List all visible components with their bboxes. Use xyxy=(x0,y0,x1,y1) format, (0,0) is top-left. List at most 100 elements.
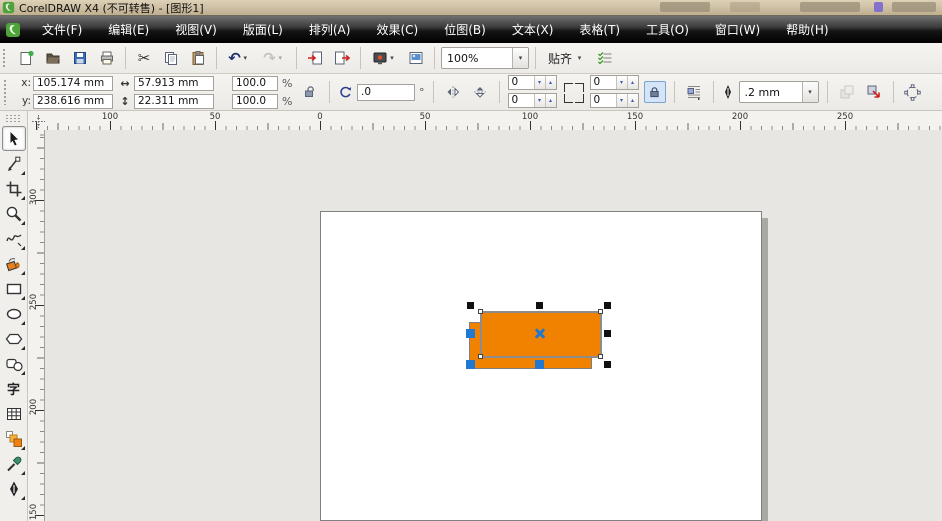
smart-fill-tool[interactable] xyxy=(2,251,26,276)
polygon-tool[interactable] xyxy=(2,326,26,351)
snap-to-button[interactable]: 贴齐 ▾ xyxy=(542,46,590,70)
rectangle-icon xyxy=(5,280,23,298)
corner-node[interactable] xyxy=(598,309,603,314)
text-tool[interactable]: 字 xyxy=(2,376,26,401)
menu-view[interactable]: 视图(V) xyxy=(162,17,230,42)
redo-button[interactable]: ↷ ▾ xyxy=(258,46,290,70)
mirror-vertical-button[interactable] xyxy=(469,81,491,103)
undo-dropdown-arrow[interactable]: ▾ xyxy=(241,54,250,62)
undo-icon: ↶ xyxy=(228,51,241,66)
convert-to-curves-button[interactable] xyxy=(863,81,885,103)
paste-button[interactable] xyxy=(186,46,210,70)
zoom-dropdown-button[interactable]: ▾ xyxy=(512,48,528,68)
crop-tool[interactable] xyxy=(2,176,26,201)
y-position-field[interactable]: 238.616 mm xyxy=(33,94,113,109)
table-tool[interactable] xyxy=(2,401,26,426)
spin-up-button[interactable]: ▴ xyxy=(627,94,638,107)
freehand-tool[interactable] xyxy=(2,226,26,251)
zoom-tool[interactable] xyxy=(2,201,26,226)
convert-outline-button[interactable] xyxy=(836,81,858,103)
menu-text[interactable]: 文本(X) xyxy=(499,17,567,42)
selection-handle-middle-right[interactable] xyxy=(604,330,611,337)
node-marker-bottom-left[interactable] xyxy=(466,360,475,369)
toolbox-grip[interactable] xyxy=(5,114,21,122)
spin-down-button[interactable]: ▾ xyxy=(534,94,545,107)
spin-up-button[interactable]: ▴ xyxy=(545,94,556,107)
horizontal-ruler[interactable]: 100 50 0 50 100 150 200 250 xyxy=(28,111,942,131)
corner-node[interactable] xyxy=(478,309,483,314)
menu-help[interactable]: 帮助(H) xyxy=(773,17,841,42)
selection-handle-top-right[interactable] xyxy=(604,302,611,309)
menu-arrange[interactable]: 排列(A) xyxy=(296,17,364,42)
outline-pen-tool[interactable] xyxy=(2,476,26,501)
customize-options-button[interactable] xyxy=(593,46,617,70)
outline-width-combobox[interactable]: .2 mm ▾ xyxy=(739,81,819,103)
snap-dropdown-arrow[interactable]: ▾ xyxy=(575,54,584,62)
node-marker-bottom-middle[interactable] xyxy=(535,360,544,369)
spin-down-button[interactable]: ▾ xyxy=(616,94,627,107)
rotation-angle-field[interactable]: .0 xyxy=(357,84,415,101)
selection-center-marker[interactable] xyxy=(534,327,546,339)
cut-button[interactable]: ✂ xyxy=(132,46,156,70)
wrap-paragraph-text-button[interactable] xyxy=(683,81,705,103)
shape-tool[interactable] xyxy=(2,151,26,176)
ruler-origin-icon[interactable] xyxy=(32,115,45,128)
corner-lock-button[interactable] xyxy=(644,81,666,103)
menu-layout[interactable]: 版面(L) xyxy=(230,17,296,42)
scale-lock-button[interactable] xyxy=(299,81,321,103)
document-icon[interactable] xyxy=(5,22,21,38)
selection-handle-top-left[interactable] xyxy=(467,302,474,309)
undo-button[interactable]: ↶ ▾ xyxy=(223,46,255,70)
corner-radius-tl-spinner[interactable]: 0 ▾ ▴ xyxy=(508,75,557,90)
toolbar-grip[interactable] xyxy=(2,48,7,69)
corner-node[interactable] xyxy=(598,354,603,359)
corner-radius-tr-spinner[interactable]: 0 ▾ ▴ xyxy=(590,75,639,90)
spin-up-button[interactable]: ▴ xyxy=(627,76,638,89)
corner-radius-bl-spinner[interactable]: 0 ▾ ▴ xyxy=(508,93,557,108)
welcome-screen-button[interactable] xyxy=(404,46,428,70)
import-button[interactable] xyxy=(303,46,327,70)
open-button[interactable] xyxy=(41,46,65,70)
outline-width-dropdown-button[interactable]: ▾ xyxy=(802,82,818,102)
selection-handle-bottom-right[interactable] xyxy=(604,361,611,368)
object-height-field[interactable]: 22.311 mm xyxy=(134,94,214,109)
interactive-effects-tool[interactable] xyxy=(2,426,26,451)
spin-down-button[interactable]: ▾ xyxy=(534,76,545,89)
copy-button[interactable] xyxy=(159,46,183,70)
basic-shapes-tool[interactable] xyxy=(2,351,26,376)
propbar-grip[interactable] xyxy=(3,79,8,104)
object-width-field[interactable]: 57.913 mm xyxy=(134,76,214,91)
save-button[interactable] xyxy=(68,46,92,70)
vertical-ruler[interactable]: 300 250 200 150 xyxy=(28,130,45,521)
menu-edit[interactable]: 编辑(E) xyxy=(95,17,162,42)
ellipse-tool[interactable] xyxy=(2,301,26,326)
spin-down-button[interactable]: ▾ xyxy=(616,76,627,89)
new-document-button[interactable] xyxy=(14,46,38,70)
application-launcher-button[interactable]: ▾ xyxy=(367,46,401,70)
pick-tool[interactable] xyxy=(2,126,26,151)
launcher-dropdown-arrow[interactable]: ▾ xyxy=(388,54,397,62)
title-bar[interactable]: CorelDRAW X4 (不可转售) - [图形1] xyxy=(0,0,942,16)
corner-node[interactable] xyxy=(478,354,483,359)
print-button[interactable] xyxy=(95,46,119,70)
menu-window[interactable]: 窗口(W) xyxy=(702,17,773,42)
scale-h-field[interactable]: 100.0 xyxy=(232,76,278,91)
export-button[interactable] xyxy=(330,46,354,70)
x-position-field[interactable]: 105.174 mm xyxy=(33,76,113,91)
node-marker-middle-left[interactable] xyxy=(466,329,475,338)
scale-v-field[interactable]: 100.0 xyxy=(232,94,278,109)
zoom-level-combobox[interactable]: 100% ▾ xyxy=(441,47,529,69)
menu-file[interactable]: 文件(F) xyxy=(29,17,95,42)
mirror-horizontal-button[interactable] xyxy=(442,81,464,103)
menu-bitmaps[interactable]: 位图(B) xyxy=(431,17,499,42)
rectangle-tool[interactable] xyxy=(2,276,26,301)
menu-tools[interactable]: 工具(O) xyxy=(633,17,702,42)
selection-handle-top-middle[interactable] xyxy=(536,302,543,309)
corner-radius-br-spinner[interactable]: 0 ▾ ▴ xyxy=(590,93,639,108)
eyedropper-tool[interactable] xyxy=(2,451,26,476)
dashed-circle-button[interactable] xyxy=(902,81,924,103)
spin-up-button[interactable]: ▴ xyxy=(545,76,556,89)
dashed-circle-icon xyxy=(904,84,921,101)
menu-effects[interactable]: 效果(C) xyxy=(363,17,431,42)
menu-table[interactable]: 表格(T) xyxy=(566,17,633,42)
